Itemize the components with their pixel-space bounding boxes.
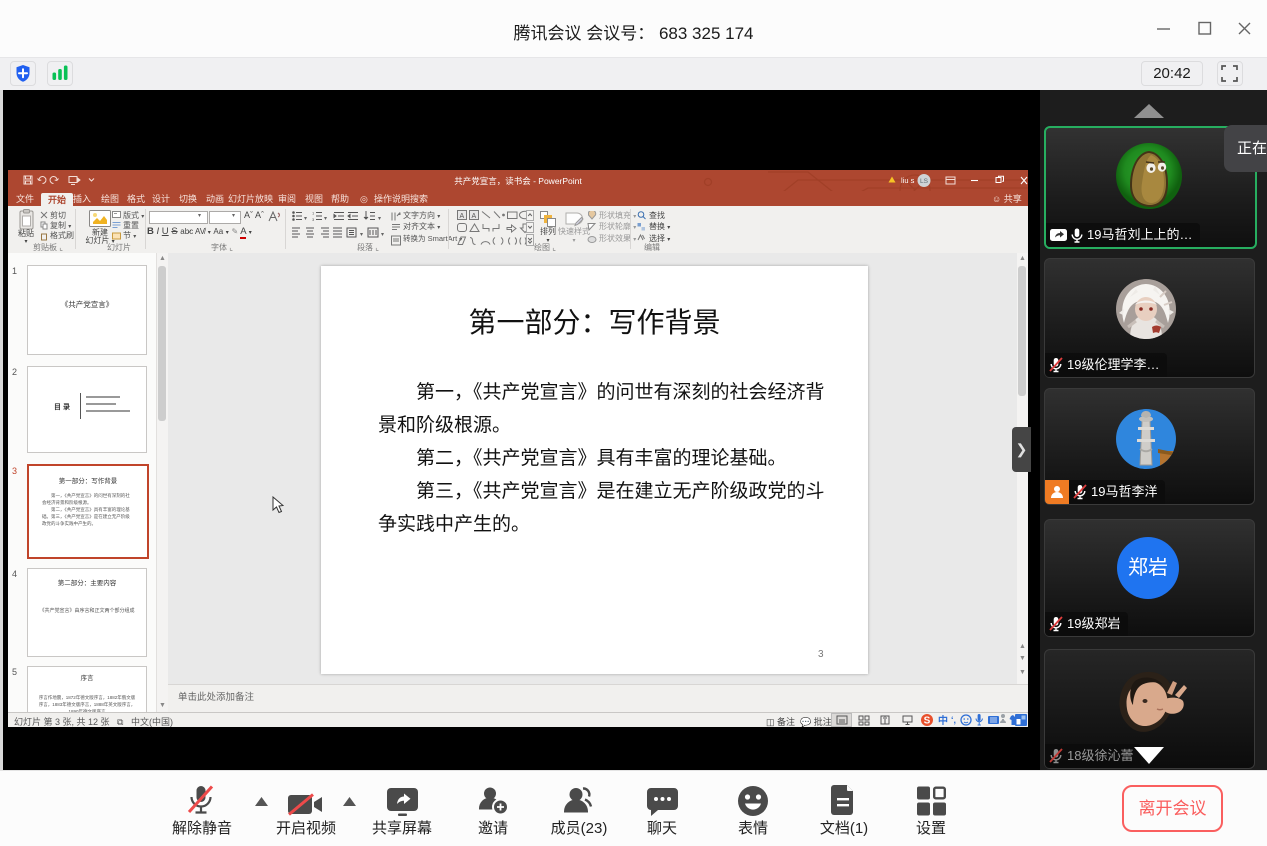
svg-text:ʻ,: ʻ, — [951, 715, 956, 725]
svg-text:A: A — [460, 213, 465, 220]
svg-text:LS: LS — [920, 178, 929, 185]
svg-text:1: 1 — [312, 211, 315, 216]
svg-text:▾: ▾ — [381, 232, 384, 238]
svg-text:S: S — [924, 716, 931, 727]
svg-text:▾: ▾ — [304, 216, 307, 221]
svg-text:A: A — [472, 213, 477, 220]
svg-text:▾: ▾ — [378, 216, 381, 221]
svg-text:3: 3 — [312, 217, 315, 221]
svg-text:▾: ▾ — [360, 232, 363, 238]
svg-text:liu s: liu s — [901, 176, 915, 185]
svg-text:▾: ▾ — [324, 216, 327, 221]
svg-text:中: 中 — [938, 714, 948, 727]
